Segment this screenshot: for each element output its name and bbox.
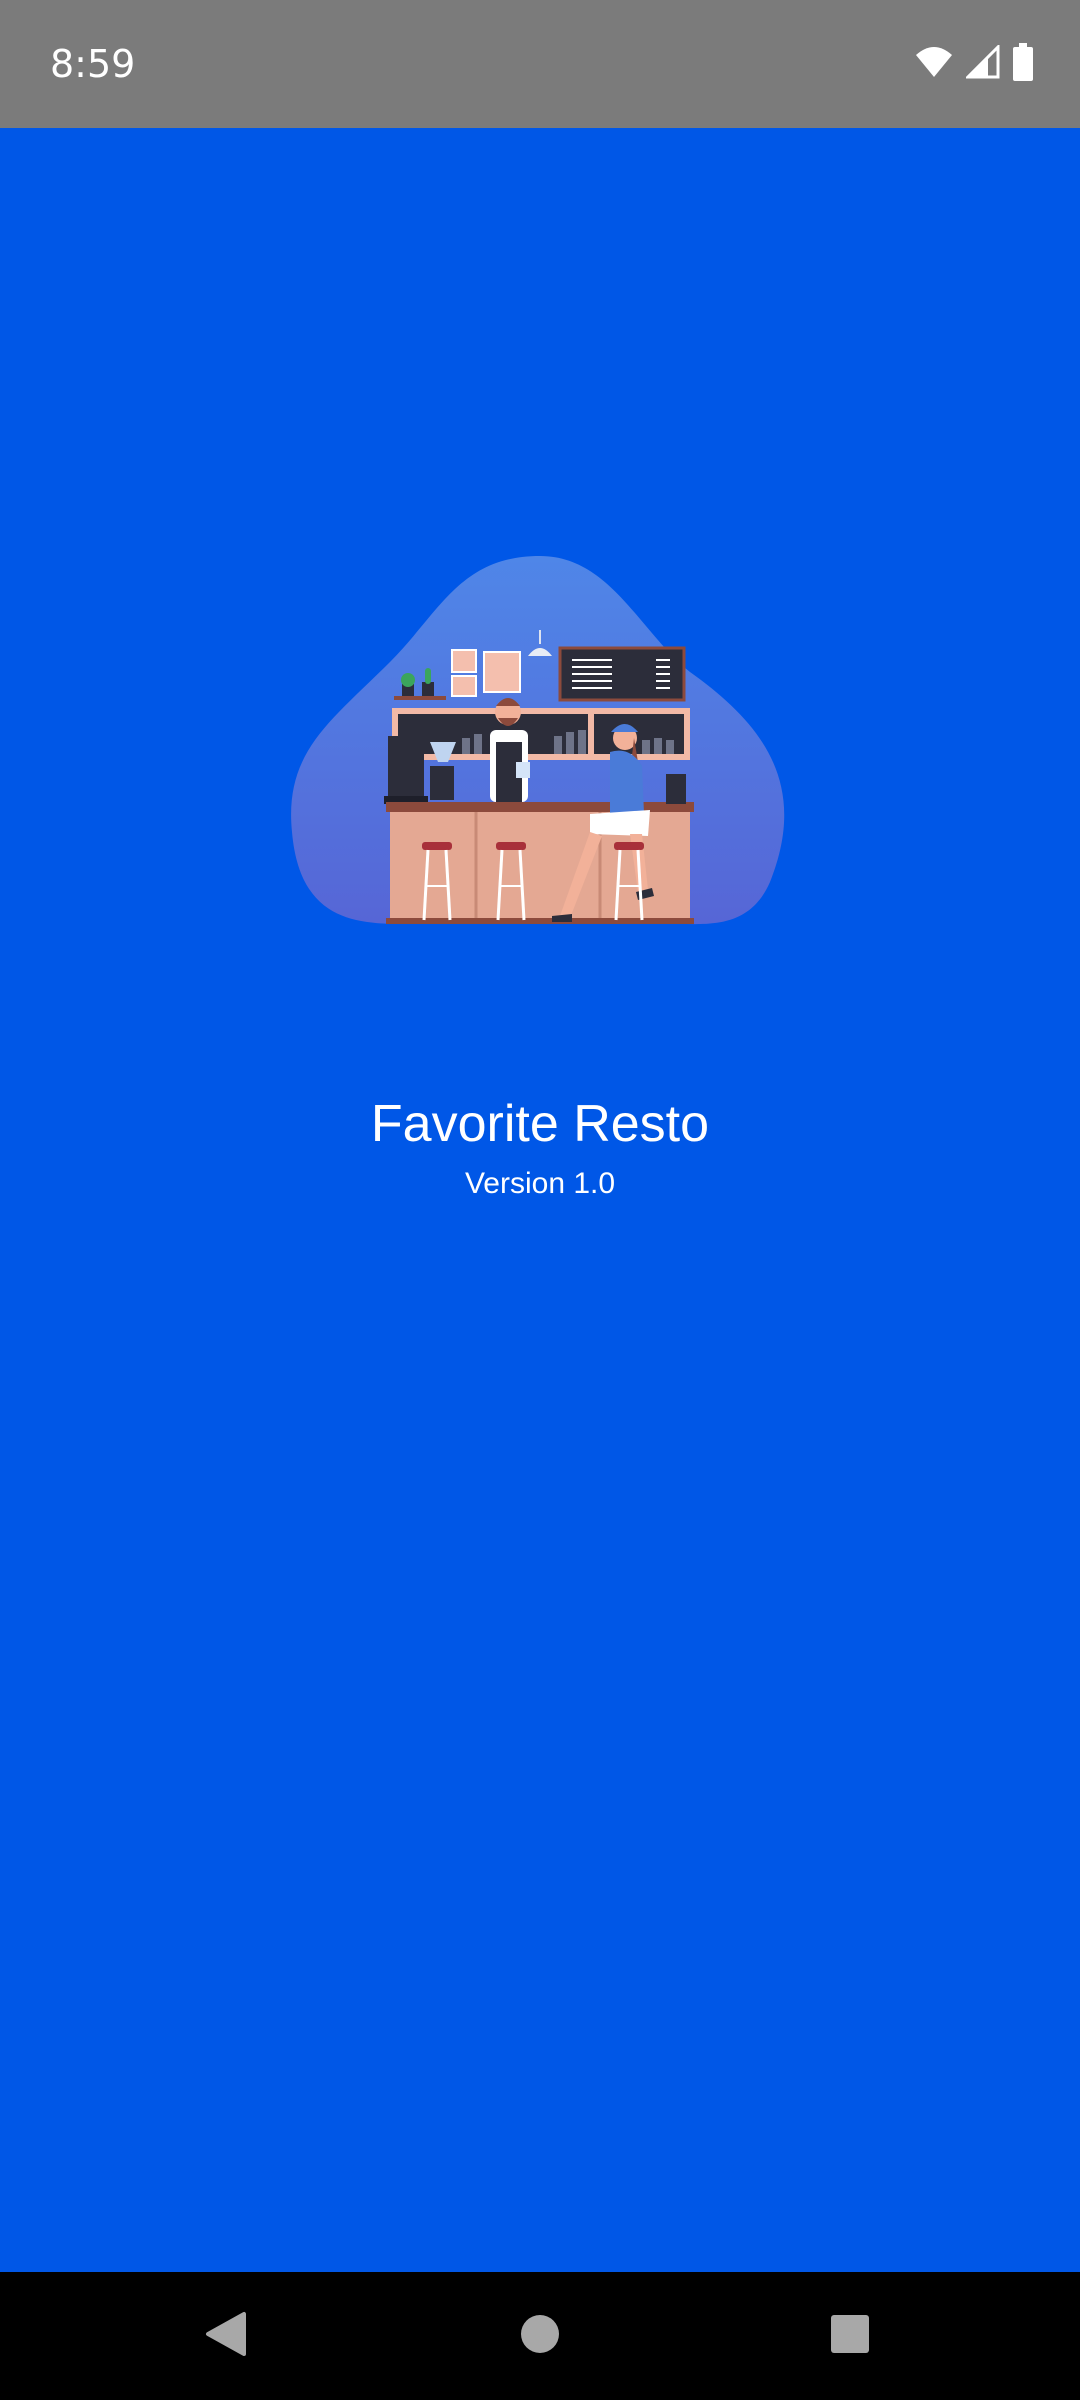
navigation-bar bbox=[0, 2272, 1080, 2400]
app-title: Favorite Resto bbox=[370, 1095, 710, 1153]
battery-icon bbox=[1012, 42, 1034, 86]
recents-icon bbox=[830, 2314, 870, 2359]
back-button[interactable] bbox=[186, 2296, 266, 2376]
recents-button[interactable] bbox=[810, 2296, 890, 2376]
status-bar: 8:59 bbox=[0, 0, 1080, 128]
app-version: Version 1.0 bbox=[464, 1167, 616, 1200]
back-icon bbox=[204, 2310, 248, 2363]
home-icon bbox=[520, 2314, 560, 2359]
status-icons bbox=[914, 42, 1034, 86]
coffee-shop-illustration bbox=[290, 552, 790, 928]
status-time: 8:59 bbox=[50, 42, 136, 86]
wifi-icon bbox=[914, 45, 954, 84]
cell-signal-icon bbox=[964, 42, 1000, 84]
home-button[interactable] bbox=[500, 2296, 580, 2376]
